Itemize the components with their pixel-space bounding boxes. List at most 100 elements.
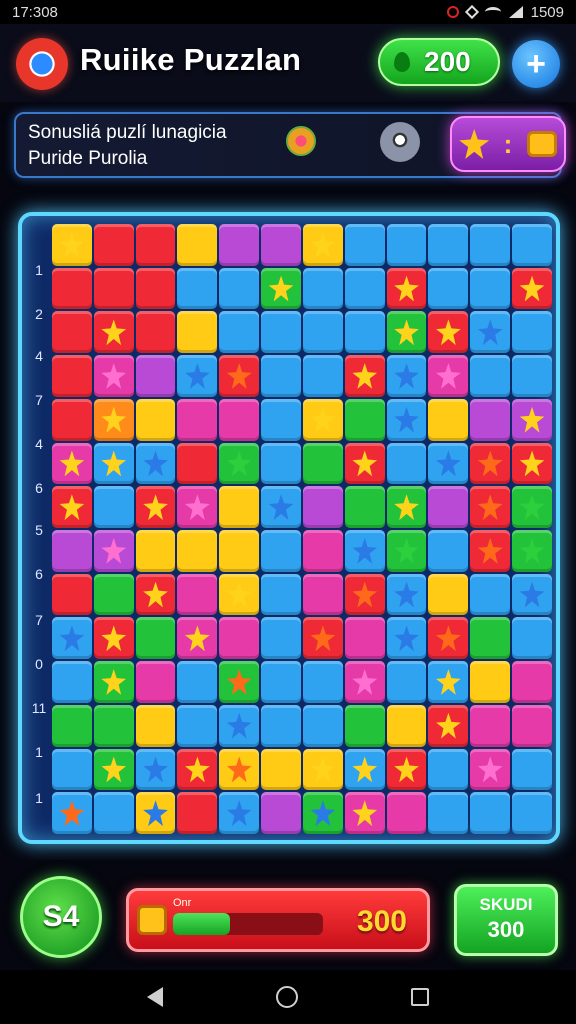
tile[interactable] [177, 530, 218, 572]
skudi-button[interactable]: SKUDI 300 [454, 884, 558, 956]
tile[interactable] [512, 792, 552, 834]
tile[interactable] [93, 617, 134, 660]
tile[interactable] [344, 355, 385, 397]
tile[interactable] [344, 224, 385, 266]
tile[interactable] [470, 442, 511, 485]
tile[interactable] [470, 704, 511, 747]
tile[interactable] [219, 398, 260, 441]
tile[interactable] [512, 224, 552, 266]
tile[interactable] [428, 617, 469, 660]
tile[interactable] [135, 530, 176, 572]
tile[interactable] [512, 748, 552, 791]
tile[interactable] [52, 267, 92, 310]
tile[interactable] [470, 792, 511, 834]
tile[interactable] [261, 661, 301, 703]
tile[interactable] [52, 224, 92, 266]
tile[interactable] [135, 704, 176, 747]
tile[interactable] [219, 267, 260, 310]
tile[interactable] [428, 704, 469, 747]
tile[interactable] [470, 661, 511, 703]
tile[interactable] [219, 486, 260, 528]
tile[interactable] [177, 442, 218, 485]
tile[interactable] [135, 661, 176, 703]
tile[interactable] [512, 573, 552, 616]
tile[interactable] [261, 398, 301, 441]
tile[interactable] [93, 530, 134, 572]
tile[interactable] [93, 486, 134, 528]
tile[interactable] [470, 486, 511, 528]
tile[interactable] [302, 748, 343, 791]
tile[interactable] [261, 617, 301, 660]
tile[interactable] [219, 311, 260, 354]
tile[interactable] [302, 442, 343, 485]
tile[interactable] [135, 573, 176, 616]
tile[interactable] [219, 224, 260, 266]
tile[interactable] [302, 486, 343, 528]
tile[interactable] [177, 486, 218, 528]
tile[interactable] [302, 530, 343, 572]
tile[interactable] [302, 224, 343, 266]
tile[interactable] [302, 792, 343, 834]
tile[interactable] [386, 530, 427, 572]
tile[interactable] [302, 311, 343, 354]
tile[interactable] [261, 224, 301, 266]
tile[interactable] [344, 398, 385, 441]
tile[interactable] [177, 704, 218, 747]
tile[interactable] [177, 792, 218, 834]
tile[interactable] [428, 398, 469, 441]
tile[interactable] [135, 267, 176, 310]
tile[interactable] [470, 355, 511, 397]
tile[interactable] [177, 573, 218, 616]
tile[interactable] [93, 661, 134, 703]
tile[interactable] [135, 355, 176, 397]
monster-icon[interactable] [380, 122, 420, 162]
tile[interactable] [261, 355, 301, 397]
tile[interactable] [386, 311, 427, 354]
tile[interactable] [135, 224, 176, 266]
tile[interactable] [93, 792, 134, 834]
tile[interactable] [386, 486, 427, 528]
tile[interactable] [52, 573, 92, 616]
tile[interactable] [344, 704, 385, 747]
tile[interactable] [219, 617, 260, 660]
powerup-button[interactable]: : [450, 116, 566, 172]
tile[interactable] [344, 573, 385, 616]
tile[interactable] [386, 661, 427, 703]
tile[interactable] [428, 224, 469, 266]
tile[interactable] [93, 224, 134, 266]
tile[interactable] [428, 661, 469, 703]
tile[interactable] [261, 442, 301, 485]
tile[interactable] [386, 355, 427, 397]
tile[interactable] [52, 442, 92, 485]
tile[interactable] [135, 748, 176, 791]
tile[interactable] [470, 748, 511, 791]
tile[interactable] [512, 661, 552, 703]
tile[interactable] [470, 267, 511, 310]
tile[interactable] [219, 573, 260, 616]
tile[interactable] [470, 617, 511, 660]
tile[interactable] [344, 748, 385, 791]
tile[interactable] [177, 311, 218, 354]
tile[interactable] [219, 442, 260, 485]
tile[interactable] [93, 704, 134, 747]
tile[interactable] [386, 792, 427, 834]
tile[interactable] [428, 573, 469, 616]
tile[interactable] [386, 224, 427, 266]
home-icon[interactable] [275, 986, 298, 1008]
tile[interactable] [177, 748, 218, 791]
tile[interactable] [512, 530, 552, 572]
tile[interactable] [135, 311, 176, 354]
tile[interactable] [52, 661, 92, 703]
tile[interactable] [302, 617, 343, 660]
tile[interactable] [470, 224, 511, 266]
tile[interactable] [428, 355, 469, 397]
tile[interactable] [177, 617, 218, 660]
tile[interactable] [344, 267, 385, 310]
tile[interactable] [93, 748, 134, 791]
tile[interactable] [52, 530, 92, 572]
tile[interactable] [219, 704, 260, 747]
tile[interactable] [386, 704, 427, 747]
tile[interactable] [428, 748, 469, 791]
tile[interactable] [52, 311, 92, 354]
tile[interactable] [470, 530, 511, 572]
